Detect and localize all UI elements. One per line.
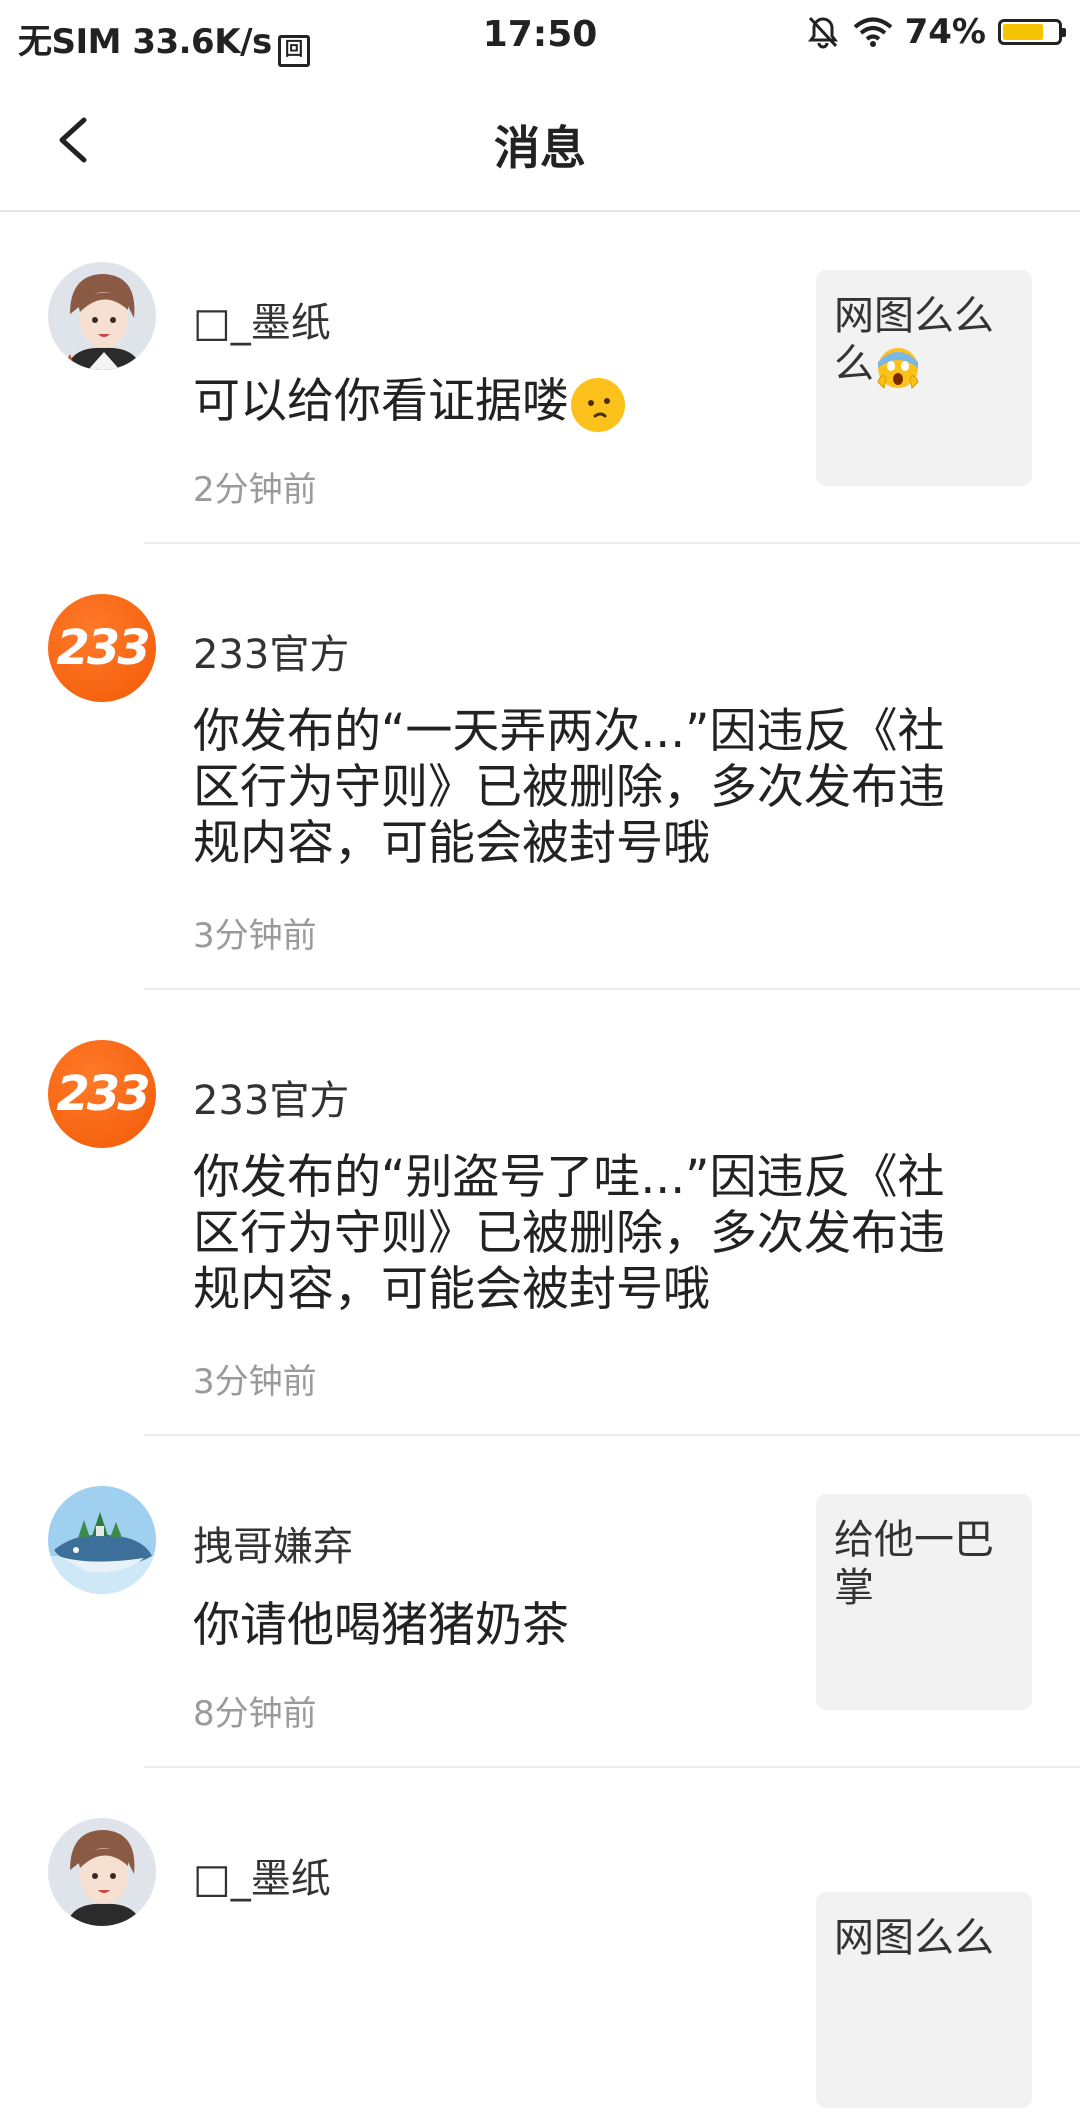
message-time: 8分钟前: [193, 1694, 317, 1734]
list-item[interactable]: 233 233官方 你发布的“一天弄两次...”因违反《社区行为守则》已被删除，…: [0, 544, 1080, 990]
avatar-233[interactable]: 233: [48, 594, 156, 702]
sender-name[interactable]: 233官方: [193, 1068, 349, 1126]
sender-name[interactable]: □_墨纸: [193, 1846, 331, 1904]
sender-name[interactable]: 拽哥嫌弃: [193, 1514, 353, 1572]
message-time: 3分钟前: [193, 916, 317, 956]
post-thumbnail[interactable]: 网图么么: [816, 1892, 1032, 2108]
battery-icon: [998, 19, 1066, 45]
page-title: 消息: [494, 121, 586, 175]
list-item[interactable]: 233 233官方 你发布的“别盗号了哇...”因违反《社区行为守则》已被删除，…: [0, 990, 1080, 1436]
status-bar: 无SIM 33.6K/s 回 17:50 74%: [0, 0, 1080, 70]
sender-name[interactable]: 233官方: [193, 622, 349, 680]
message-time: 2分钟前: [193, 470, 317, 510]
whale-avatar-icon: [48, 1486, 156, 1594]
list-item[interactable]: □_墨纸 可以给你看证据喽 2分钟前 网图么么么: [0, 212, 1080, 544]
battery-percent: 74%: [904, 12, 986, 52]
sender-name[interactable]: □_墨纸: [193, 290, 331, 348]
wifi-icon: [853, 17, 892, 47]
avatar[interactable]: [48, 1818, 156, 1926]
list-item[interactable]: 拽哥嫌弃 你请他喝猪猪奶茶 8分钟前 给他一巴掌: [0, 1436, 1080, 1768]
message-text: 你发布的“别盗号了哇...”因违反《社区行为守则》已被删除，多次发布违规内容，可…: [193, 1150, 945, 1317]
mute-bell-icon: [807, 16, 838, 49]
post-thumbnail[interactable]: 网图么么么: [816, 270, 1032, 486]
list-item[interactable]: □_墨纸 网图么么: [0, 1768, 1080, 2108]
message-list: □_墨纸 可以给你看证据喽 2分钟前 网图么么么 233 233官方 你发布的“…: [0, 212, 1080, 2108]
avatar-233[interactable]: 233: [48, 1040, 156, 1148]
message-time: 3分钟前: [193, 1362, 317, 1402]
message-text-content: 可以给你看证据喽: [193, 374, 569, 429]
smirk-emoji-icon: [571, 377, 625, 432]
post-thumbnail[interactable]: 给他一巴掌: [816, 1494, 1032, 1710]
battery-fill: [1003, 24, 1043, 40]
boy-avatar-icon: [48, 1818, 156, 1926]
scream-emoji-icon: [877, 348, 919, 390]
boy-avatar-icon: [48, 262, 156, 370]
avatar[interactable]: [48, 262, 156, 370]
avatar[interactable]: [48, 1486, 156, 1594]
nav-bar: 消息: [0, 70, 1080, 212]
message-text: 你发布的“一天弄两次...”因违反《社区行为守则》已被删除，多次发布违规内容，可…: [193, 704, 945, 871]
status-right: 74%: [805, 12, 1066, 52]
